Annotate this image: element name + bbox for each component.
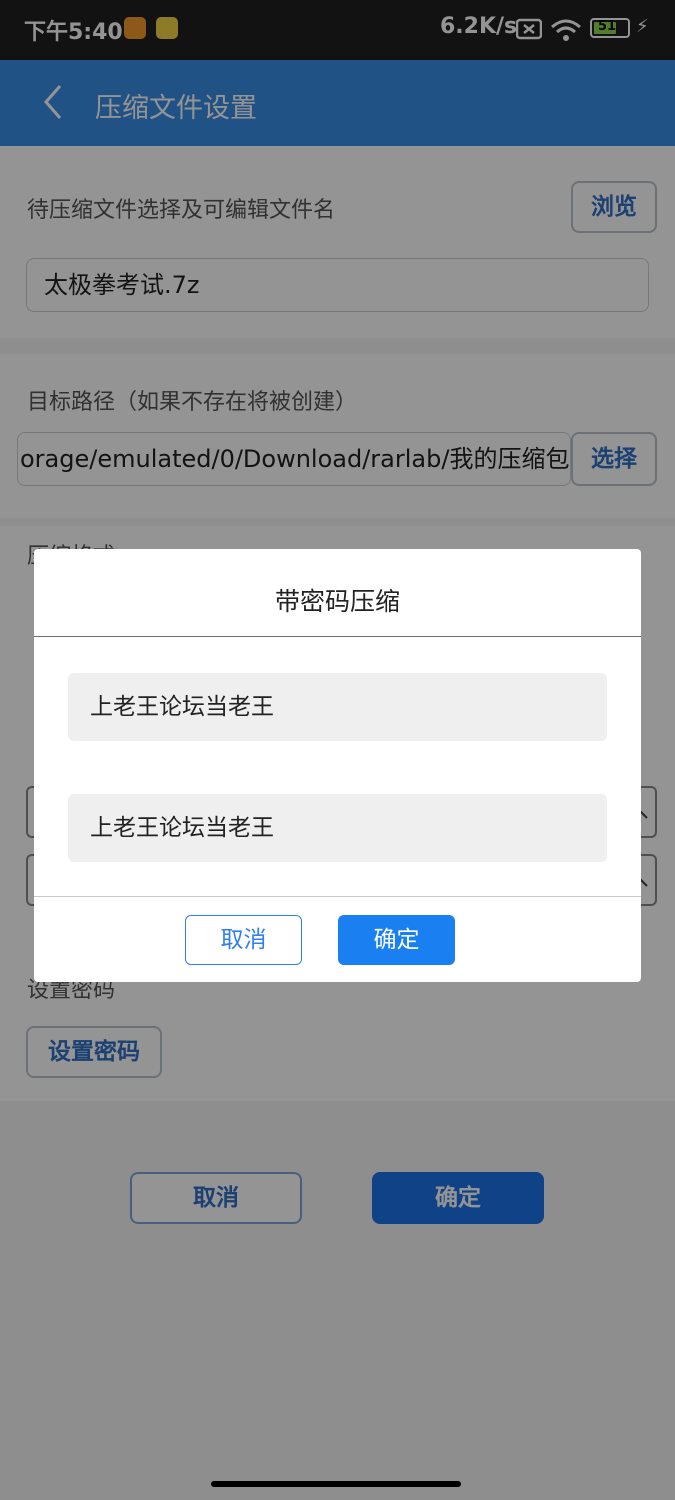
dialog-confirm-button[interactable]: 确定 [338,915,455,965]
dialog-title: 带密码压缩 [34,549,641,637]
password-dialog: 带密码压缩 上老王论坛当老王 上老王论坛当老王 取消 确定 [34,549,641,982]
dialog-cancel-button[interactable]: 取消 [185,915,302,965]
password-input[interactable]: 上老王论坛当老王 [68,673,607,741]
home-indicator[interactable] [211,1481,461,1487]
dialog-divider [34,896,641,897]
confirm-password-input[interactable]: 上老王论坛当老王 [68,794,607,862]
